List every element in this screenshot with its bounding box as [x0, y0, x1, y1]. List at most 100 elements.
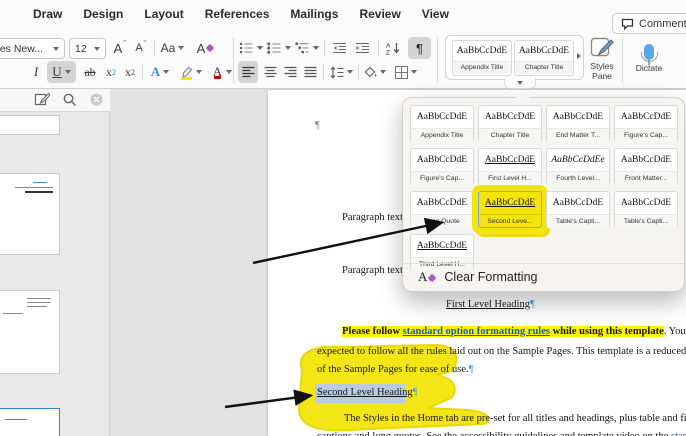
style-swatch-second-leve[interactable]: AaBbCcDdESecond Leve... [478, 191, 542, 228]
style-swatch-first-level-h[interactable]: AaBbCcDdEFirst Level H... [478, 148, 542, 185]
first-level-heading[interactable]: First Level Heading¶ [446, 299, 535, 310]
borders-icon [395, 66, 408, 79]
text-effects-button[interactable]: A [147, 62, 173, 82]
font-size-value: 12 [75, 43, 87, 55]
align-left-button[interactable] [238, 61, 258, 83]
menu-tab-draw[interactable]: Draw [33, 7, 62, 21]
clear-formatting-item[interactable]: A Clear Formatting [404, 263, 683, 290]
style-preview: AaBbCcDdE [547, 106, 609, 128]
numbering-button[interactable] [267, 38, 291, 58]
style-swatch-front-matter[interactable]: AaBbCcDdEFront Matter... [614, 148, 678, 185]
text-effects-icon: A [151, 64, 160, 80]
subscript-button[interactable]: x2 [103, 62, 119, 82]
strikethrough-button[interactable]: ab [80, 62, 100, 82]
chevron-down-icon [347, 70, 353, 74]
style-preview: AaBbCcDdE [411, 149, 473, 171]
style-preview: AaBbCcDdE [479, 106, 541, 128]
clear-formatting-button[interactable]: A [193, 38, 217, 58]
standard-link[interactable]: standard [671, 431, 686, 436]
chevron-down-icon [196, 70, 202, 74]
align-center-button[interactable] [261, 62, 279, 82]
font-size-combo[interactable]: 12 [69, 38, 106, 59]
borders-button[interactable] [392, 62, 420, 82]
font-name-combo[interactable]: nes New... [0, 38, 65, 59]
style-swatch-table-s-capti[interactable]: AaBbCcDdETable's Capti... [546, 191, 610, 228]
chevron-down-icon [517, 81, 523, 85]
body-line-2[interactable]: expected to follow all the rules laid ou… [317, 346, 686, 357]
style-preview: AaBbCcDdE [411, 192, 473, 214]
chevron-down-icon [178, 46, 184, 50]
style-swatch-end-matter-t[interactable]: AaBbCcDdEEnd Matter T... [546, 105, 610, 142]
body-line-3[interactable]: of the Sample Pages for ease of use.¶ [317, 364, 473, 375]
page-thumbnail-2[interactable] [0, 173, 60, 255]
grow-font-button[interactable]: Aˆ [110, 38, 130, 58]
styles-grid: AaBbCcDdEAppendix TitleAaBbCcDdEChapter … [410, 105, 679, 271]
gallery-expand-button[interactable] [504, 78, 536, 89]
align-right-button[interactable] [281, 62, 299, 82]
multilevel-list-button[interactable] [295, 38, 319, 58]
style-label: Figure's Cap... [615, 128, 677, 142]
gallery-style-chapter-title[interactable]: AaBbCcDdE Chapter Title [514, 40, 574, 76]
highlight-color-button[interactable] [177, 62, 205, 82]
style-swatch-figure-s-cap[interactable]: AaBbCcDdEFigure's Cap... [410, 148, 474, 185]
styles-pane-button[interactable]: Styles Pane [585, 36, 619, 82]
chevron-down-icon [411, 70, 417, 74]
bullets-button[interactable] [239, 38, 263, 58]
separator [154, 40, 155, 56]
menu-bar: Draw Design Layout References Mailings R… [33, 7, 449, 21]
chevron-down-icon [163, 70, 169, 74]
style-preview: AaBbCcDdE [411, 106, 473, 128]
page-thumbnail-1[interactable] [0, 115, 60, 135]
body-line-1[interactable]: Please follow standard option formatting… [342, 326, 686, 337]
menu-tab-design[interactable]: Design [83, 7, 123, 21]
style-label: Appendix Title [411, 128, 473, 142]
menu-tab-view[interactable]: View [422, 7, 449, 21]
body-line-4[interactable]: The Styles in the Home tab are pre-set f… [344, 413, 686, 424]
chevron-down-icon [94, 47, 100, 51]
style-swatch-long-quote[interactable]: AaBbCcDdELong Quote [410, 191, 474, 228]
style-label: First Level H... [479, 171, 541, 185]
page-thumbnail-3[interactable] [0, 290, 60, 374]
dictate-button[interactable]: Dictate [628, 36, 670, 82]
menu-tab-layout[interactable]: Layout [144, 7, 183, 21]
close-icon[interactable] [90, 93, 103, 106]
comments-button[interactable]: Comments [612, 13, 686, 34]
shrink-font-button[interactable]: Aˇ [132, 38, 150, 58]
change-case-button[interactable]: Aa [159, 38, 186, 58]
menu-tab-mailings[interactable]: Mailings [290, 7, 338, 21]
style-swatch-table-s-capti[interactable]: AaBbCcDdETable's Capti... [614, 191, 678, 228]
search-icon[interactable] [63, 93, 77, 107]
menu-tab-references[interactable]: References [205, 7, 270, 21]
decrease-indent-button[interactable] [329, 38, 350, 58]
paragraph-line[interactable]: Paragraph text.¶ [342, 212, 410, 223]
gallery-next-icon[interactable] [577, 53, 581, 59]
page-thumbnail-4-selected[interactable] [0, 408, 60, 436]
body-line-5[interactable]: captions and long quotes. See the access… [317, 431, 686, 436]
show-formatting-marks-button[interactable]: ¶ [408, 37, 431, 59]
menu-tab-review[interactable]: Review [359, 7, 400, 21]
shading-button[interactable] [362, 62, 388, 82]
style-label: End Matter T... [547, 128, 609, 142]
style-swatch-chapter-title[interactable]: AaBbCcDdEChapter Title [478, 105, 542, 142]
formatting-rules-link[interactable]: standard option formatting rules [403, 326, 550, 337]
pilcrow-mark: ¶ [530, 299, 535, 310]
style-swatch-appendix-title[interactable]: AaBbCcDdEAppendix Title [410, 105, 474, 142]
increase-indent-button[interactable] [352, 38, 373, 58]
underline-button[interactable]: U [47, 61, 76, 83]
italic-button[interactable]: I [29, 62, 43, 82]
font-color-button[interactable]: A [209, 62, 235, 82]
separator [142, 64, 143, 80]
new-comment-icon[interactable] [34, 92, 50, 107]
line-spacing-button[interactable] [328, 62, 354, 82]
paragraph-line[interactable]: Paragraph text.¶ [342, 265, 410, 276]
style-swatch-figure-s-cap[interactable]: AaBbCcDdEFigure's Cap... [614, 105, 678, 142]
justify-icon [304, 66, 317, 78]
justify-button[interactable] [301, 62, 319, 82]
style-label: Chapter Title [479, 128, 541, 142]
pilcrow-mark: ¶ [469, 364, 474, 375]
gallery-style-appendix-title[interactable]: AaBbCcDdE Appendix Title [452, 40, 512, 76]
superscript-button[interactable]: x2 [122, 62, 138, 82]
second-level-heading[interactable]: Second Level Heading¶ [317, 387, 417, 398]
sort-button[interactable]: AZ [383, 38, 403, 58]
style-swatch-fourth-level[interactable]: AaBbCcDdEeFourth Level... [546, 148, 610, 185]
